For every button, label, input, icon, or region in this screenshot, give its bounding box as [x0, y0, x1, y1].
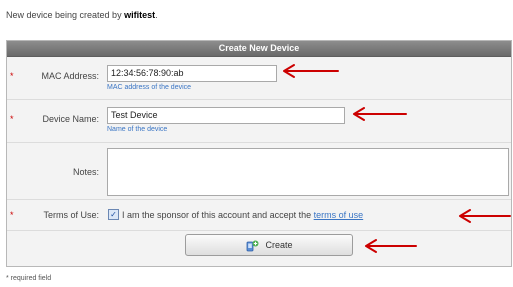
- terms-label: Terms of Use:: [43, 210, 99, 220]
- terms-statement: I am the sponsor of this account and acc…: [122, 210, 312, 220]
- mac-address-label: MAC Address:: [41, 71, 99, 81]
- annotation-arrow-icon: [353, 107, 407, 121]
- create-button[interactable]: Create: [185, 234, 353, 256]
- device-name-row: * Device Name: Test Device Name of the d…: [7, 100, 511, 143]
- terms-row: * Terms of Use: ✓ I am the sponsor of th…: [7, 200, 511, 231]
- device-name-input[interactable]: Test Device: [107, 107, 345, 124]
- notes-textarea[interactable]: [107, 148, 509, 196]
- required-field-footnote: * required field: [6, 275, 52, 282]
- device-create-icon: [247, 240, 259, 252]
- intro-user: wifitest: [124, 10, 156, 20]
- notes-row: Notes:: [7, 143, 511, 200]
- terms-checkbox[interactable]: ✓: [108, 209, 119, 220]
- device-name-hint: Name of the device: [107, 126, 168, 133]
- intro-prefix: New device being created by: [6, 10, 122, 20]
- device-name-label: Device Name:: [42, 114, 99, 124]
- annotation-arrow-icon: [459, 209, 511, 223]
- page-intro: New device being created by wifitest.: [6, 10, 158, 20]
- terms-of-use-link[interactable]: terms of use: [314, 210, 364, 220]
- annotation-arrow-icon: [283, 64, 339, 78]
- mac-address-hint: MAC address of the device: [107, 84, 192, 91]
- mac-address-row: * MAC Address: 12:34:56:78:90:ab MAC add…: [7, 57, 511, 100]
- annotation-arrow-icon: [365, 239, 417, 253]
- mac-address-input[interactable]: 12:34:56:78:90:ab: [107, 65, 277, 82]
- create-device-panel: Create New Device * MAC Address: 12:34:5…: [6, 40, 512, 267]
- panel-title: Create New Device: [7, 41, 511, 57]
- create-button-label: Create: [265, 240, 293, 250]
- notes-label: Notes:: [72, 167, 99, 177]
- terms-text: I am the sponsor of this account and acc…: [122, 210, 363, 220]
